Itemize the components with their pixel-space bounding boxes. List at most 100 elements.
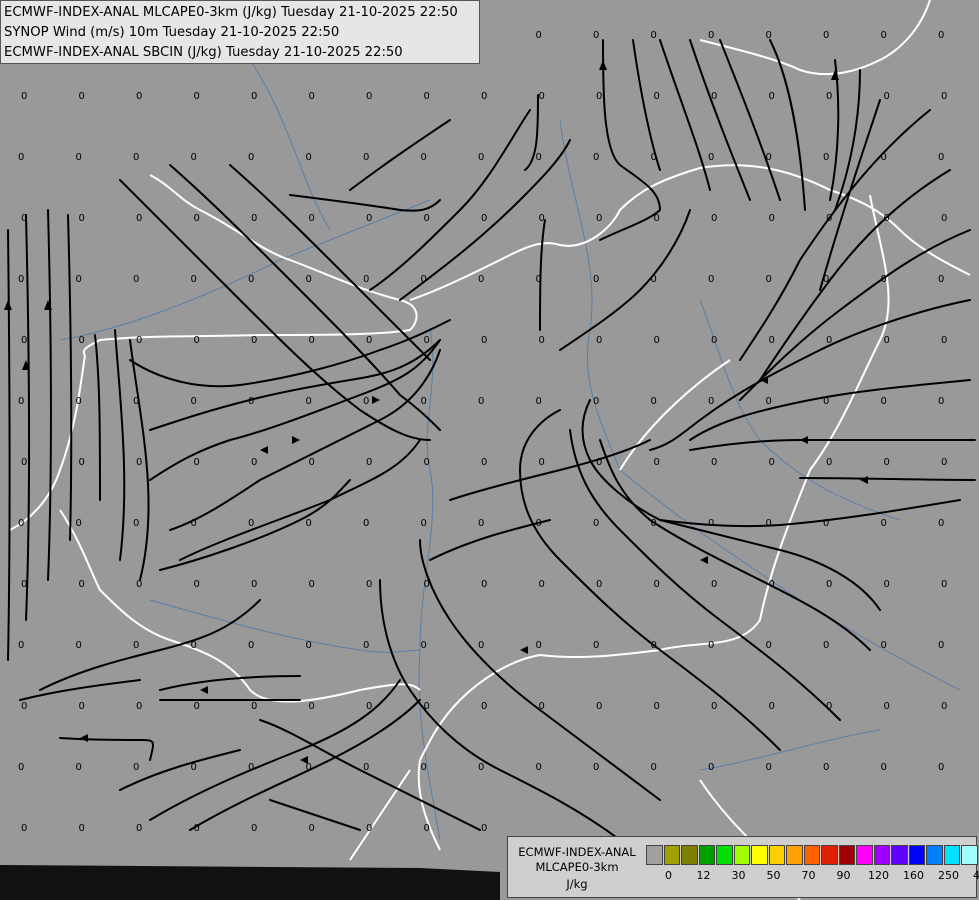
sbcin-value: 0 <box>766 518 772 529</box>
sbcin-value: 0 <box>309 335 315 346</box>
sbcin-value: 0 <box>136 823 142 834</box>
sbcin-value: 0 <box>421 274 427 285</box>
legend-swatch <box>943 845 960 865</box>
sbcin-value: 0 <box>941 701 947 712</box>
sbcin-value: 0 <box>539 91 545 102</box>
legend-tick-label: 120 <box>868 869 889 882</box>
map-title-box: ECMWF-INDEX-ANAL MLCAPE0-3km (J/kg) Tues… <box>0 0 480 64</box>
sbcin-value: 0 <box>478 274 484 285</box>
sbcin-value: 0 <box>309 213 315 224</box>
sbcin-value: 0 <box>593 762 599 773</box>
sbcin-value: 0 <box>306 396 312 407</box>
legend-tick-label: 30 <box>731 869 746 882</box>
sbcin-value: 0 <box>938 762 944 773</box>
sbcin-value: 0 <box>769 213 775 224</box>
sbcin-value: 0 <box>309 91 315 102</box>
sbcin-value: 0 <box>478 396 484 407</box>
sbcin-value: 0 <box>536 640 542 651</box>
sbcin-value: 0 <box>651 396 657 407</box>
sbcin-value: 0 <box>884 579 890 590</box>
sbcin-value: 0 <box>651 30 657 41</box>
sbcin-value: 0 <box>481 91 487 102</box>
sbcin-value: 0 <box>708 518 714 529</box>
title-line-synop-wind: SYNOP Wind (m/s) 10m Tuesday 21-10-2025 … <box>4 25 340 40</box>
legend-swatch <box>733 845 750 865</box>
title-line-mlcape: ECMWF-INDEX-ANAL MLCAPE0-3km (J/kg) Tues… <box>4 5 458 20</box>
sbcin-value: 0 <box>21 335 27 346</box>
sbcin-value: 0 <box>363 640 369 651</box>
sbcin-value: 0 <box>766 152 772 163</box>
sbcin-value: 0 <box>766 396 772 407</box>
sbcin-value: 0 <box>251 579 257 590</box>
sbcin-value: 0 <box>136 701 142 712</box>
sbcin-value: 0 <box>884 91 890 102</box>
sbcin-value: 0 <box>539 701 545 712</box>
sbcin-value: 0 <box>769 579 775 590</box>
sbcin-value: 0 <box>191 762 197 773</box>
sbcin-value: 0 <box>941 457 947 468</box>
sbcin-value: 0 <box>651 518 657 529</box>
sbcin-value: 0 <box>79 457 85 468</box>
sbcin-value: 0 <box>651 274 657 285</box>
sbcin-value: 0 <box>306 274 312 285</box>
sbcin-value: 0 <box>651 152 657 163</box>
sbcin-value: 0 <box>481 213 487 224</box>
legend-tick-label: 50 <box>766 869 781 882</box>
legend-swatch <box>646 845 663 865</box>
sbcin-value: 0 <box>711 701 717 712</box>
sbcin-value: 0 <box>309 457 315 468</box>
sbcin-value: 0 <box>478 762 484 773</box>
sbcin-value: 0 <box>708 30 714 41</box>
sbcin-value: 0 <box>708 396 714 407</box>
color-legend: ECMWF-INDEX-ANAL MLCAPE0-3km J/kg 0 12 30 5… <box>507 836 979 898</box>
sbcin-value: 0 <box>654 701 660 712</box>
sbcin-value: 0 <box>938 640 944 651</box>
sbcin-value: 0 <box>136 579 142 590</box>
legend-title-line2: MLCAPE0-3km <box>535 860 619 874</box>
sbcin-value: 0 <box>136 457 142 468</box>
legend-tick-label: 12 <box>696 869 711 882</box>
sbcin-value: 0 <box>306 518 312 529</box>
sbcin-value: 0 <box>823 640 829 651</box>
sbcin-value: 0 <box>363 762 369 773</box>
legend-tick-label: 400 <box>973 869 979 882</box>
sbcin-value: 0 <box>79 701 85 712</box>
sbcin-value: 0 <box>536 152 542 163</box>
sbcin-value: 0 <box>366 701 372 712</box>
sbcin-value: 0 <box>366 579 372 590</box>
legend-swatch <box>716 845 733 865</box>
sbcin-value: 0 <box>654 335 660 346</box>
legend-title: ECMWF-INDEX-ANAL MLCAPE0-3km <box>512 845 642 875</box>
sbcin-value: 0 <box>823 396 829 407</box>
sbcin-value: 0 <box>536 396 542 407</box>
sbcin-value: 0 <box>194 579 200 590</box>
sbcin-value: 0 <box>826 91 832 102</box>
sbcin-value: 0 <box>248 152 254 163</box>
sbcin-value: 0 <box>536 518 542 529</box>
sbcin-value: 0 <box>884 213 890 224</box>
sbcin-value: 0 <box>881 152 887 163</box>
sbcin-value: 0 <box>881 640 887 651</box>
sbcin-value: 0 <box>424 91 430 102</box>
sbcin-value: 0 <box>136 91 142 102</box>
legend-swatch <box>961 845 978 865</box>
sbcin-value: 0 <box>421 640 427 651</box>
sbcin-value: 0 <box>593 518 599 529</box>
sbcin-value: 0 <box>18 518 24 529</box>
sbcin-value: 0 <box>251 823 257 834</box>
sbcin-value: 0 <box>938 30 944 41</box>
sbcin-value: 0 <box>823 30 829 41</box>
sbcin-value: 0 <box>941 579 947 590</box>
sbcin-value: 0 <box>478 640 484 651</box>
sbcin-value: 0 <box>596 457 602 468</box>
legend-swatch <box>856 845 873 865</box>
sbcin-value: 0 <box>593 152 599 163</box>
sbcin-value: 0 <box>823 518 829 529</box>
sbcin-value: 0 <box>366 823 372 834</box>
sbcin-value: 0 <box>248 518 254 529</box>
sbcin-value: 0 <box>539 335 545 346</box>
sbcin-value: 0 <box>651 762 657 773</box>
sbcin-value: 0 <box>478 518 484 529</box>
sbcin-value: 0 <box>481 335 487 346</box>
sbcin-value: 0 <box>306 762 312 773</box>
